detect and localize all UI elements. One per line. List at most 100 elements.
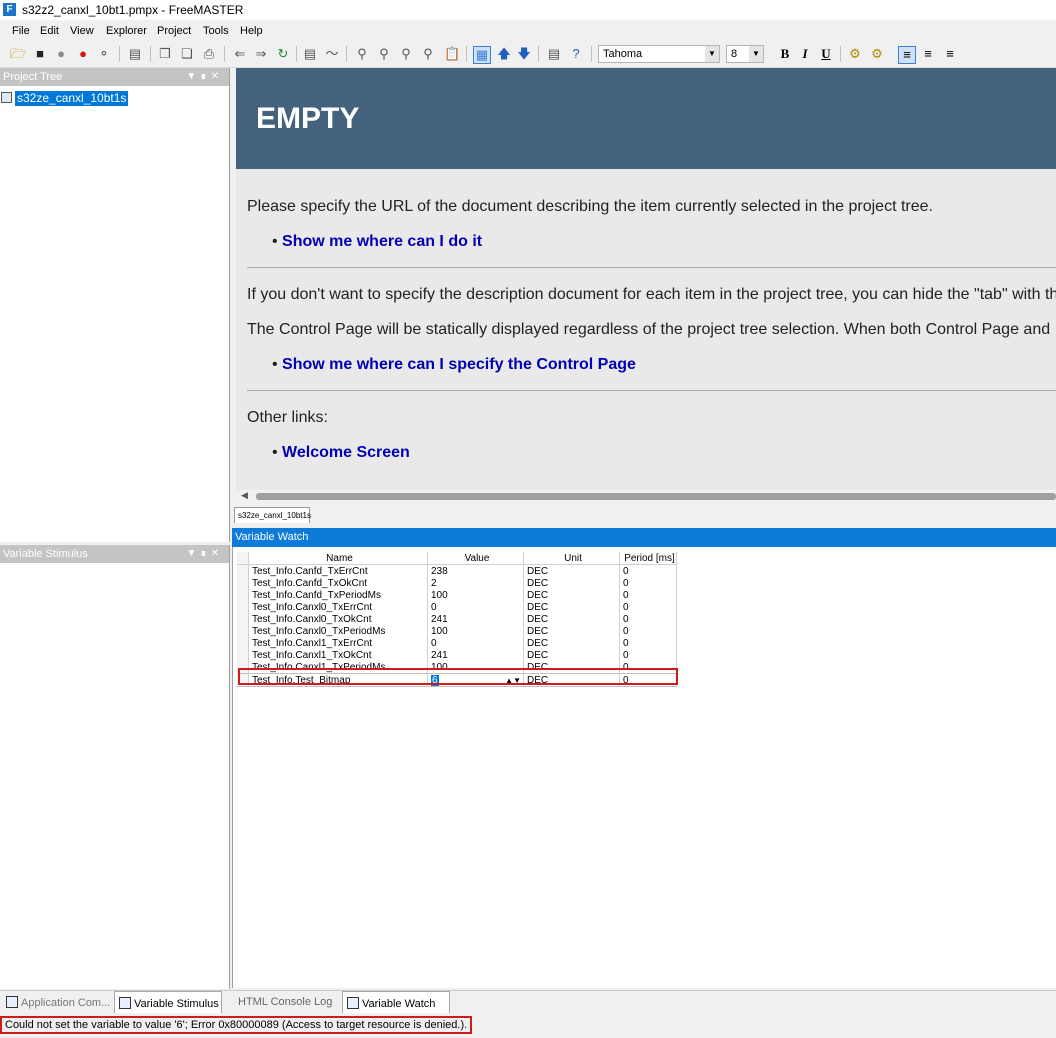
variable-value[interactable]: 0 <box>427 637 524 649</box>
variable-value[interactable]: 241 <box>427 649 524 661</box>
table-row[interactable]: Test_Info.Canxl0_TxErrCnt 0 DEC 0 <box>237 601 677 613</box>
italic-button[interactable]: I <box>797 46 813 62</box>
underline-button[interactable]: U <box>818 46 834 62</box>
row-header[interactable] <box>237 625 249 637</box>
horizontal-scrollbar[interactable]: ◀ <box>236 490 1056 503</box>
row-header[interactable] <box>237 601 249 613</box>
print-icon[interactable]: ⎙ <box>201 46 217 62</box>
menu-edit[interactable]: Edit <box>40 25 59 37</box>
panel-controls-icon[interactable]: ▼∎✕ <box>186 71 223 82</box>
column-header-name[interactable]: Name <box>248 552 428 565</box>
row-header[interactable] <box>237 564 249 577</box>
row-header-corner <box>237 552 249 565</box>
open-folder-icon[interactable]: 🗁 <box>10 46 26 62</box>
zoom-out-icon[interactable]: ⚲ <box>376 46 392 62</box>
grid-view-icon[interactable]: ▦ <box>473 46 491 64</box>
link-welcome-screen[interactable]: Welcome Screen <box>282 444 410 461</box>
chevron-down-icon[interactable]: ▼ <box>705 46 719 62</box>
align-center-icon[interactable]: ≡ <box>920 46 936 62</box>
table-row[interactable]: Test_Info.Canfd_TxErrCnt 238 DEC 0 <box>237 564 677 577</box>
variable-name: Test_Info.Canxl1_TxOkCnt <box>248 649 428 661</box>
variable-value[interactable]: 2 <box>427 577 524 589</box>
stop-icon[interactable]: ● <box>75 46 91 62</box>
bold-button[interactable]: B <box>777 46 793 62</box>
key-icon[interactable]: ⚬ <box>96 46 112 62</box>
tab-label: Variable Stimulus <box>134 998 219 1010</box>
chevron-down-icon[interactable]: ▼ <box>749 46 763 62</box>
forward-arrow-icon[interactable]: ⇒ <box>253 46 269 62</box>
clipboard-icon[interactable]: 📋 <box>444 46 460 62</box>
back-arrow-icon[interactable]: ⇐ <box>232 46 248 62</box>
menu-view[interactable]: View <box>70 25 94 37</box>
variable-value[interactable]: 100 <box>427 625 524 637</box>
paste-icon[interactable]: ❏ <box>179 46 195 62</box>
column-header-value[interactable]: Value <box>427 552 524 565</box>
help-pointer-icon[interactable]: ? <box>568 46 584 62</box>
variable-watch-title: Variable Watch <box>235 531 309 543</box>
zoom-in-icon[interactable]: ⚲ <box>354 46 370 62</box>
refresh-icon[interactable]: ↻ <box>275 46 291 62</box>
table-row[interactable]: Test_Info.Canfd_TxOkCnt 2 DEC 0 <box>237 577 677 589</box>
status-bar: Could not set the variable to value '6';… <box>0 1014 1056 1036</box>
tab-variable-watch[interactable]: Variable Watch <box>342 991 450 1013</box>
tab-variable-stimulus[interactable]: Variable Stimulus <box>114 991 222 1013</box>
variable-value[interactable]: 100 <box>427 589 524 601</box>
variable-value[interactable]: 241 <box>427 613 524 625</box>
column-header-unit[interactable]: Unit <box>523 552 620 565</box>
scope-icon[interactable]: ▤ <box>302 46 318 62</box>
toolbar-separator <box>119 46 120 62</box>
bottom-tab-strip: Application Com... Variable Stimulus HTM… <box>0 990 1056 1015</box>
scrollbar-thumb[interactable] <box>256 493 1056 500</box>
properties-icon[interactable]: ▤ <box>127 46 143 62</box>
link-control-page[interactable]: Show me where can I specify the Control … <box>282 356 636 373</box>
menu-project[interactable]: Project <box>157 25 191 37</box>
copy-icon[interactable]: ❐ <box>157 46 173 62</box>
font-name-select[interactable]: Tahoma ▼ <box>598 45 720 63</box>
row-header[interactable] <box>237 637 249 649</box>
options-icon[interactable]: ▤ <box>546 46 562 62</box>
row-header[interactable] <box>237 577 249 589</box>
variable-unit: DEC <box>523 564 620 577</box>
background-color-icon[interactable]: ⚙ <box>869 46 885 62</box>
move-down-icon[interactable]: 🡇 <box>516 46 532 62</box>
table-row[interactable]: Test_Info.Canxl1_TxErrCnt 0 DEC 0 <box>237 637 677 649</box>
zoom-all-icon[interactable]: ⚲ <box>420 46 436 62</box>
zoom-cursor-icon[interactable]: ⚲ <box>398 46 414 62</box>
status-error-message: Could not set the variable to value '6';… <box>0 1016 473 1034</box>
panel-controls-icon[interactable]: ▼∎✕ <box>186 548 223 559</box>
paragraph-hide-tab: If you don't want to specify the descrip… <box>247 286 1056 303</box>
table-row[interactable]: Test_Info.Canxl1_TxOkCnt 241 DEC 0 <box>237 649 677 661</box>
divider <box>247 390 1056 391</box>
table-row[interactable]: Test_Info.Canxl0_TxPeriodMs 100 DEC 0 <box>237 625 677 637</box>
row-header[interactable] <box>237 649 249 661</box>
variable-unit: DEC <box>523 625 620 637</box>
tab-html-console-log[interactable]: HTML Console Log <box>234 991 340 1013</box>
recorder-icon[interactable]: 〜 <box>324 46 340 62</box>
tree-item-label[interactable]: s32ze_canxl_10bt1s <box>15 91 129 106</box>
font-size-select[interactable]: 8 ▼ <box>726 45 764 63</box>
row-header[interactable] <box>237 613 249 625</box>
tab-application-commands[interactable]: Application Com... <box>2 991 114 1013</box>
go-icon[interactable]: ● <box>53 46 69 62</box>
save-icon[interactable]: ■ <box>32 46 48 62</box>
tab-project-document[interactable]: s32ze_canxl_10bt1s <box>234 507 311 523</box>
variable-value[interactable]: 0 <box>427 601 524 613</box>
font-color-icon[interactable]: ⚙ <box>847 46 863 62</box>
row-header[interactable] <box>237 589 249 601</box>
variable-unit: DEC <box>523 601 620 613</box>
column-header-period[interactable]: Period [ms] <box>619 552 677 565</box>
table-row[interactable]: Test_Info.Canfd_TxPeriodMs 100 DEC 0 <box>237 589 677 601</box>
move-up-icon[interactable]: 🡅 <box>496 46 512 62</box>
menu-file[interactable]: File <box>12 25 30 37</box>
variable-value[interactable]: 238 <box>427 564 524 577</box>
toolbar-separator <box>346 46 347 62</box>
align-right-icon[interactable]: ≡ <box>942 46 958 62</box>
menu-help[interactable]: Help <box>240 25 263 37</box>
menu-explorer[interactable]: Explorer <box>106 25 147 37</box>
scroll-left-icon[interactable]: ◀ <box>241 490 248 501</box>
align-left-icon[interactable]: ≡ <box>898 46 916 64</box>
menu-tools[interactable]: Tools <box>203 25 229 37</box>
table-row[interactable]: Test_Info.Canxl0_TxOkCnt 241 DEC 0 <box>237 613 677 625</box>
variable-watch-header: Variable Watch <box>232 528 1056 547</box>
link-show-me-where[interactable]: Show me where can I do it <box>282 233 482 250</box>
